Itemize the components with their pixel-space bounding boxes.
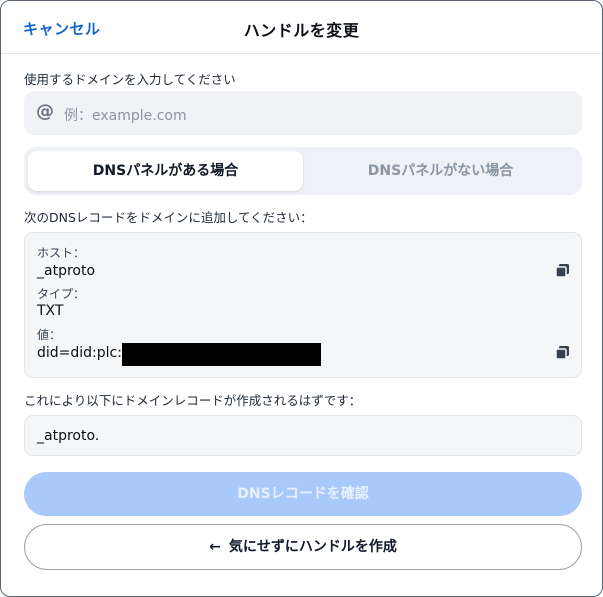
value-value: did=did:plc: — [37, 345, 122, 361]
at-icon: @ — [36, 101, 54, 122]
domain-label: 使用するドメインを入力してください — [24, 72, 236, 87]
result-value: _atproto. — [37, 428, 100, 444]
host-value: _atproto — [37, 263, 96, 279]
dialog-header: キャンセル ハンドルを変更 — [1, 1, 602, 54]
result-label: これにより以下にドメインレコードが作成されるはずです： — [24, 393, 362, 408]
redacted-did — [122, 343, 321, 366]
arrow-left-icon: ← — [209, 539, 221, 555]
type-value: TXT — [37, 303, 64, 319]
domain-placeholder: 例：example.com — [64, 108, 187, 124]
type-label: タイプ： — [37, 287, 86, 301]
change-handle-dialog: キャンセル ハンドルを変更 使用するドメインを入力してください @ 例：exam… — [0, 0, 603, 597]
tab-no-dns-panel[interactable]: DNSパネルがない場合 — [303, 151, 578, 191]
dns-mode-segmented-control: DNSパネルがある場合 DNSパネルがない場合 — [24, 147, 582, 195]
host-label: ホスト： — [37, 246, 86, 260]
domain-input[interactable]: @ 例：example.com — [24, 91, 582, 135]
skip-verification-button[interactable]: ← 気にせずにハンドルを作成 — [24, 524, 582, 570]
copy-value-icon[interactable] — [555, 345, 571, 361]
dns-record-box: ホスト： _atproto タイプ： TXT 値： did=did:plc: — [24, 232, 582, 378]
skip-verification-label: 気にせずにハンドルを作成 — [228, 539, 397, 555]
verify-dns-button[interactable]: DNSレコードを確認 — [24, 472, 582, 516]
dialog-title: ハンドルを変更 — [243, 21, 360, 40]
result-record-box: _atproto. — [24, 415, 582, 456]
tab-dns-panel[interactable]: DNSパネルがある場合 — [28, 151, 303, 191]
dns-instruction: 次のDNSレコードをドメインに追加してください： — [24, 210, 313, 225]
copy-host-icon[interactable] — [555, 263, 571, 279]
value-label: 値： — [37, 328, 62, 342]
